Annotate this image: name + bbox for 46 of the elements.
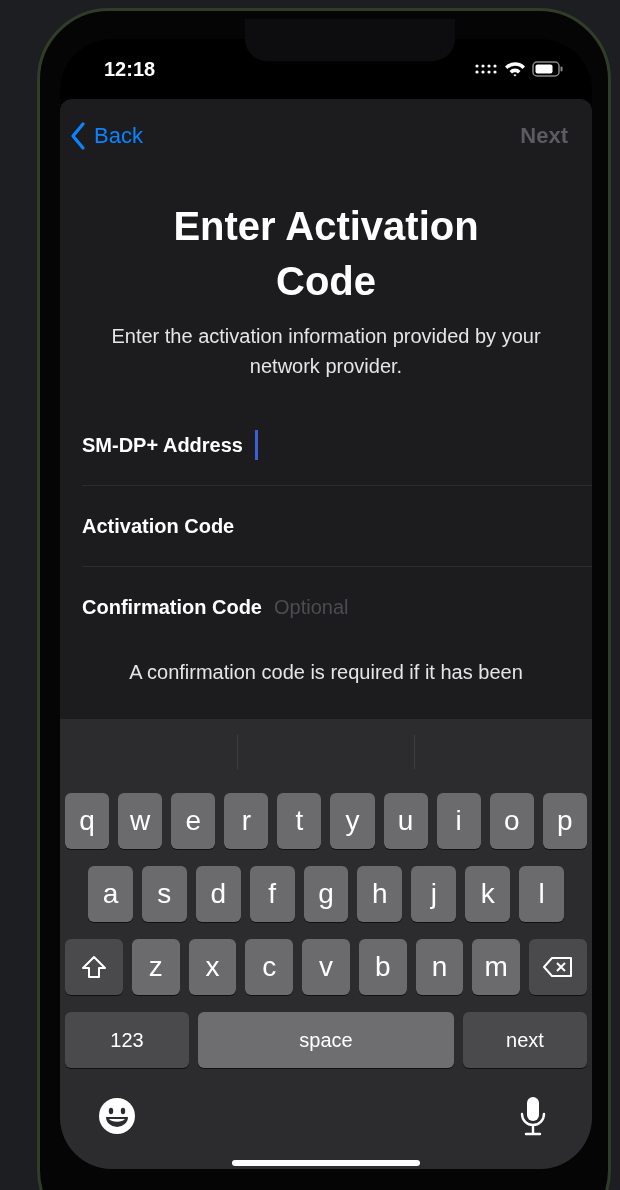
key[interactable]: x — [188, 939, 237, 995]
wifi-icon — [504, 61, 526, 77]
key[interactable]: a — [88, 866, 133, 922]
back-button[interactable]: Back — [70, 122, 143, 150]
key[interactable]: i — [436, 793, 481, 849]
key[interactable]: n — [415, 939, 464, 995]
key[interactable]: g — [303, 866, 349, 922]
battery-icon — [532, 61, 564, 77]
key[interactable]: p — [542, 793, 587, 849]
subtitle: Enter the activation information provided by your network provider. — [110, 324, 542, 379]
key[interactable]: f — [249, 866, 295, 922]
return-key[interactable]: next — [463, 1012, 587, 1068]
key[interactable]: m — [472, 939, 521, 995]
signal-icon — [474, 64, 498, 74]
key[interactable]: s — [141, 866, 187, 922]
page-title: Enter Activation Code — [172, 203, 480, 305]
input-field[interactable]: SM-DP+ Address — [82, 425, 258, 465]
key[interactable]: j — [411, 866, 457, 922]
key[interactable]: d — [195, 866, 241, 922]
key[interactable]: b — [358, 939, 407, 995]
key[interactable]: c — [245, 939, 294, 995]
key[interactable]: r — [224, 793, 269, 849]
space-key[interactable]: space — [198, 1012, 454, 1068]
status-time: 12:18 — [104, 57, 156, 81]
input-field[interactable]: Activation Code — [82, 506, 235, 546]
key[interactable]: q — [65, 793, 110, 849]
key[interactable]: y — [330, 793, 375, 849]
key[interactable]: t — [277, 793, 322, 849]
microphone-icon — [518, 1096, 548, 1136]
key[interactable]: h — [357, 866, 403, 922]
key[interactable]: v — [302, 939, 350, 995]
key[interactable]: e — [171, 793, 216, 849]
key[interactable]: u — [383, 793, 428, 849]
help-text: A confirmation code is required if it has been — [128, 661, 524, 684]
numbers-key[interactable]: 123 — [65, 1012, 189, 1068]
shift-icon — [81, 955, 107, 979]
key[interactable]: k — [465, 866, 511, 922]
key[interactable]: w — [118, 793, 163, 849]
delete-key[interactable] — [529, 939, 588, 995]
key[interactable]: o — [489, 793, 534, 849]
shift-key[interactable] — [65, 939, 123, 995]
delete-icon — [542, 956, 575, 978]
key[interactable]: z — [132, 939, 180, 995]
emoji-icon — [98, 1097, 136, 1135]
key[interactable]: l — [519, 866, 564, 922]
chevron-left-icon — [70, 122, 86, 150]
